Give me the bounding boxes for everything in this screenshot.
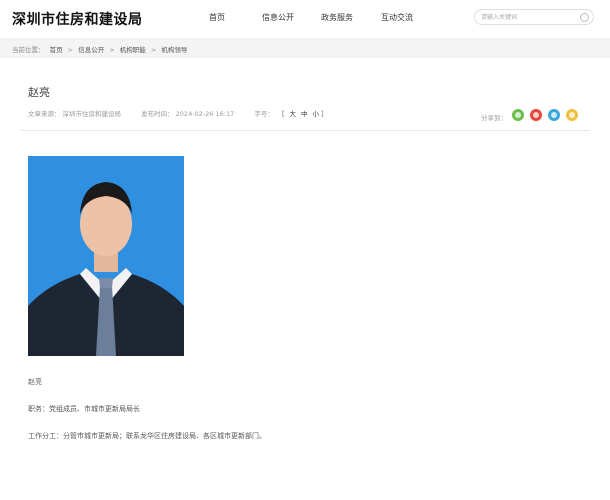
fontsize-small-link[interactable]: 小 [312,110,319,118]
wechat-icon[interactable] [512,109,524,121]
breadcrumb-separator: > [67,46,74,54]
breadcrumb-prefix: 当前位置： [12,46,45,54]
breadcrumb-separator: > [109,46,115,54]
breadcrumb-item-info-disclosure[interactable]: 信息公开 [78,46,104,54]
nav-item-info-disclosure[interactable]: 信息公开 [262,12,294,23]
content-position: 职务：党组成员、市城市更新局局长 [28,405,140,413]
date-value: 2024-02-26 16:17 [175,110,235,118]
nav-item-government-services[interactable]: 政务服务 [321,12,353,23]
portrait-image [28,156,184,356]
site-title[interactable]: 深圳市住房和建设局 [12,9,143,29]
qq-zone-icon[interactable] [548,109,560,121]
nav-item-home[interactable]: 首页 [209,12,225,23]
fontsize-large-link[interactable]: 大 [289,110,296,118]
divider [20,130,590,131]
portrait-photo [28,156,184,356]
breadcrumb-item-leadership[interactable]: 机构领导 [161,46,187,54]
content-duties: 工作分工：分管市城市更新局；联系龙华区住房建设局、各区城市更新部门。 [28,432,266,440]
source-label: 文章来源： [28,110,61,118]
nav-item-interaction[interactable]: 互动交流 [381,12,413,23]
fontsize-label: 字号： [254,110,274,118]
fontsize-bracket-open: 【 [277,110,285,118]
breadcrumb-item-home[interactable]: 首页 [50,46,63,54]
share-label: 分享到： [481,114,507,122]
date-label: 发布时间： [141,110,174,118]
site-header: 深圳市住房和建设局 首页 信息公开 政务服务 互动交流 [0,0,610,36]
fontsize-medium-link[interactable]: 中 [301,110,308,118]
breadcrumb-bar: 当前位置： 首页 > 信息公开 > 机构职能 > 机构领导 [0,38,610,58]
share-more-icon[interactable] [566,109,578,121]
source-value: 深圳市住房和建设局 [62,110,122,118]
weibo-icon[interactable] [530,109,542,121]
content-name: 赵亮 [28,378,42,386]
article-meta: 文章来源： 深圳市住房和建设局 发布时间： 2024-02-26 16:17 字号：… [28,108,329,118]
breadcrumb-item-functions[interactable]: 机构职能 [120,46,146,54]
breadcrumb-separator: > [150,46,157,54]
article-title: 赵亮 [28,86,50,99]
search-icon[interactable] [580,13,589,22]
search-input[interactable] [481,12,577,23]
breadcrumb: 当前位置： 首页 > 信息公开 > 机构职能 > 机构领导 [12,44,190,54]
fontsize-bracket-close: 】 [320,110,328,118]
search-box [474,9,594,25]
